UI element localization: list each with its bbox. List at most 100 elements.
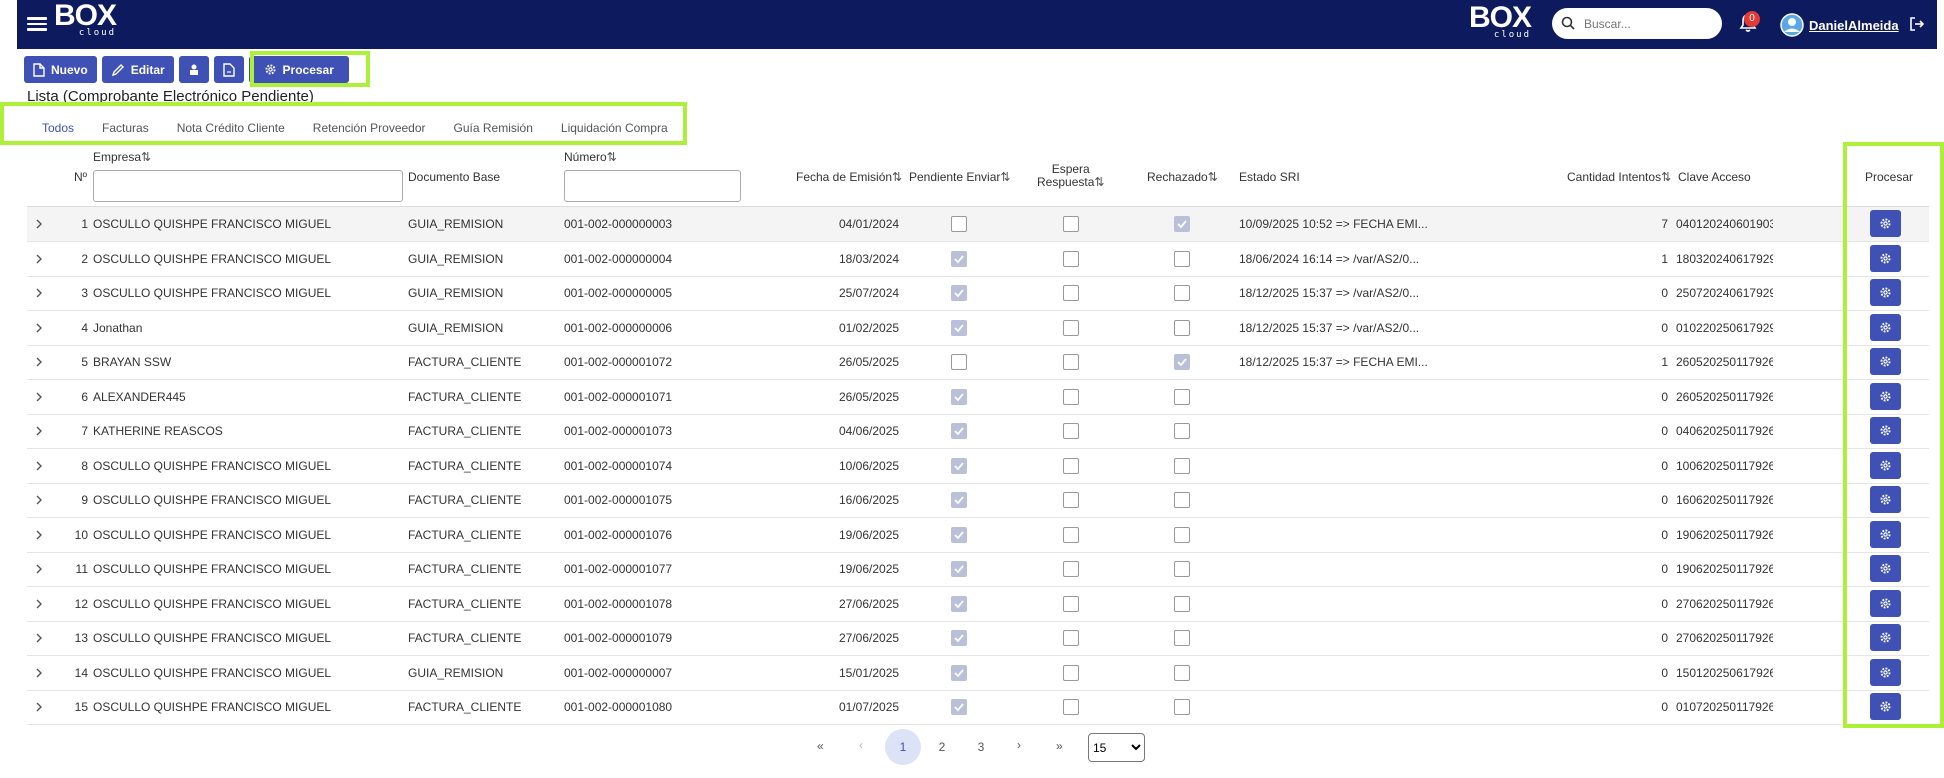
pendiente-enviar-checkbox[interactable] — [951, 595, 967, 612]
rechazado-checkbox[interactable] — [1174, 561, 1190, 577]
process-row-button[interactable] — [1870, 658, 1901, 686]
process-row-button[interactable] — [1870, 348, 1901, 375]
pendiente-enviar-checkbox[interactable] — [951, 250, 967, 267]
espera-respuesta-checkbox[interactable] — [1063, 595, 1079, 612]
expand-chevron-icon[interactable] — [34, 563, 44, 575]
logout-icon[interactable] — [1909, 16, 1925, 32]
numero-filter-input[interactable] — [564, 170, 741, 202]
tab-retencion-proveedor[interactable]: Retención Proveedor — [299, 117, 440, 145]
expand-chevron-icon[interactable] — [34, 632, 44, 644]
process-row-button[interactable] — [1870, 451, 1901, 479]
espera-respuesta-checkbox[interactable] — [1063, 250, 1079, 267]
last-page-button[interactable]: » — [1056, 739, 1063, 753]
pendiente-enviar-checkbox[interactable] — [951, 630, 967, 646]
menu-icon[interactable] — [27, 14, 47, 32]
espera-respuesta-checkbox[interactable] — [1063, 354, 1079, 370]
col-header-rechazado[interactable]: Rechazado⇅ — [1147, 170, 1218, 184]
page-3-button[interactable]: 3 — [963, 729, 999, 765]
process-row-button[interactable] — [1870, 244, 1901, 272]
sort-icon[interactable]: ⇅ — [141, 150, 151, 164]
expand-chevron-icon[interactable] — [34, 391, 44, 403]
process-row-button[interactable] — [1870, 417, 1901, 444]
page-size-select[interactable]: 15 — [1088, 733, 1145, 762]
pendiente-enviar-checkbox[interactable] — [951, 561, 967, 577]
col-header-espera-respuesta[interactable]: Espera Respuesta⇅ — [1037, 163, 1104, 189]
tab-guia-remision[interactable]: Guía Remisión — [440, 117, 547, 145]
lock-button[interactable] — [178, 56, 209, 83]
user-menu[interactable]: DanielAlmeida — [1780, 13, 1899, 37]
rechazado-checkbox[interactable] — [1174, 664, 1190, 681]
process-row-button[interactable] — [1870, 486, 1901, 513]
expand-chevron-icon[interactable] — [34, 356, 44, 368]
pendiente-enviar-checkbox[interactable] — [951, 319, 967, 336]
espera-respuesta-checkbox[interactable] — [1063, 457, 1079, 474]
tab-todos[interactable]: Todos — [28, 117, 89, 145]
expand-chevron-icon[interactable] — [34, 287, 44, 299]
rechazado-checkbox[interactable] — [1174, 354, 1190, 370]
rechazado-checkbox[interactable] — [1174, 526, 1190, 543]
process-row-button[interactable] — [1870, 520, 1901, 548]
user-name[interactable]: DanielAlmeida — [1809, 18, 1899, 33]
rechazado-checkbox[interactable] — [1174, 492, 1190, 508]
pendiente-enviar-checkbox[interactable] — [951, 285, 967, 301]
sort-icon[interactable]: ⇅ — [1661, 170, 1671, 184]
process-button[interactable]: Procesar — [248, 56, 349, 83]
expand-chevron-icon[interactable] — [34, 667, 44, 679]
sort-icon[interactable]: ⇅ — [1094, 175, 1104, 189]
sort-icon[interactable]: ⇅ — [1208, 170, 1218, 184]
rechazado-checkbox[interactable] — [1174, 630, 1190, 646]
process-row-button[interactable] — [1870, 693, 1901, 720]
process-row-button[interactable] — [1870, 382, 1901, 410]
espera-respuesta-checkbox[interactable] — [1063, 319, 1079, 336]
expand-chevron-icon[interactable] — [34, 529, 44, 541]
col-header-numero[interactable]: Número⇅ — [564, 150, 617, 164]
espera-respuesta-checkbox[interactable] — [1063, 630, 1079, 646]
prev-page-button[interactable]: ‹ — [859, 738, 863, 752]
expand-chevron-icon[interactable] — [34, 322, 44, 334]
espera-respuesta-checkbox[interactable] — [1063, 699, 1079, 715]
process-row-button[interactable] — [1870, 210, 1901, 237]
espera-respuesta-checkbox[interactable] — [1063, 285, 1079, 301]
pendiente-enviar-checkbox[interactable] — [951, 526, 967, 543]
process-row-button[interactable] — [1870, 589, 1901, 617]
page-2-button[interactable]: 2 — [924, 729, 960, 765]
new-button[interactable]: Nuevo — [24, 56, 97, 83]
pendiente-enviar-checkbox[interactable] — [951, 664, 967, 681]
pendiente-enviar-checkbox[interactable] — [951, 216, 967, 232]
espera-respuesta-checkbox[interactable] — [1063, 423, 1079, 439]
rechazado-checkbox[interactable] — [1174, 699, 1190, 715]
rechazado-checkbox[interactable] — [1174, 388, 1190, 405]
col-header-pendiente-enviar[interactable]: Pendiente Enviar⇅ — [909, 170, 1010, 184]
brand-logo[interactable]: BOX cloud — [54, 1, 117, 39]
col-header-fecha-emision[interactable]: Fecha de Emisión⇅ — [796, 170, 902, 184]
expand-chevron-icon[interactable] — [34, 218, 44, 230]
rechazado-checkbox[interactable] — [1174, 595, 1190, 612]
espera-respuesta-checkbox[interactable] — [1063, 388, 1079, 405]
first-page-button[interactable]: « — [817, 739, 824, 753]
col-header-empresa[interactable]: Empresa⇅ — [93, 150, 151, 164]
espera-respuesta-checkbox[interactable] — [1063, 216, 1079, 232]
tab-nota-credito-cliente[interactable]: Nota Crédito Cliente — [163, 117, 299, 145]
espera-respuesta-checkbox[interactable] — [1063, 492, 1079, 508]
expand-chevron-icon[interactable] — [34, 460, 44, 472]
pendiente-enviar-checkbox[interactable] — [951, 423, 967, 439]
expand-chevron-icon[interactable] — [34, 253, 44, 265]
process-row-button[interactable] — [1870, 313, 1901, 341]
process-row-button[interactable] — [1870, 555, 1901, 582]
sort-icon[interactable]: ⇅ — [892, 170, 902, 184]
rechazado-checkbox[interactable] — [1174, 250, 1190, 267]
expand-chevron-icon[interactable] — [34, 425, 44, 437]
tab-liquidacion-compra[interactable]: Liquidación Compra — [547, 117, 682, 145]
espera-respuesta-checkbox[interactable] — [1063, 664, 1079, 681]
rechazado-checkbox[interactable] — [1174, 457, 1190, 474]
pendiente-enviar-checkbox[interactable] — [951, 457, 967, 474]
edit-button[interactable]: Editar — [101, 56, 174, 83]
expand-chevron-icon[interactable] — [34, 494, 44, 506]
expand-chevron-icon[interactable] — [34, 598, 44, 610]
search-input[interactable] — [1582, 8, 1714, 39]
espera-respuesta-checkbox[interactable] — [1063, 526, 1079, 543]
process-row-button[interactable] — [1870, 624, 1901, 651]
page-1-button[interactable]: 1 — [885, 729, 921, 765]
sort-icon[interactable]: ⇅ — [1000, 170, 1010, 184]
empresa-filter-input[interactable] — [93, 170, 403, 202]
